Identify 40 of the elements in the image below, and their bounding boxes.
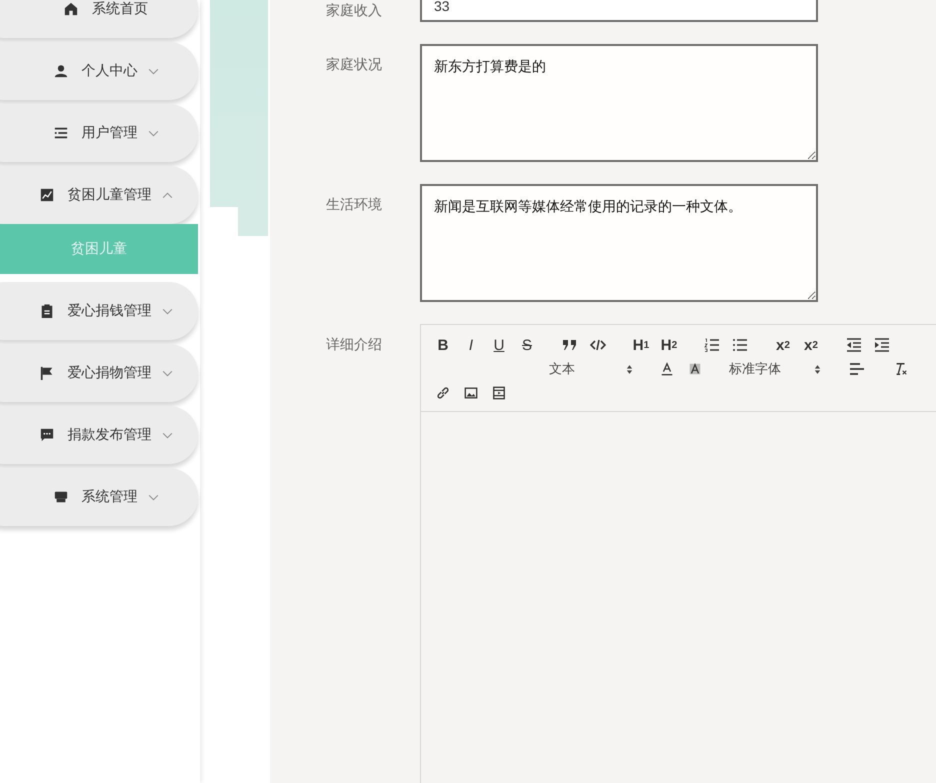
menu-label: 贫困儿童管理 (68, 186, 152, 204)
format-button[interactable]: I (457, 333, 485, 357)
list-icon (54, 126, 68, 140)
chart-icon (40, 188, 54, 202)
textarea-field[interactable]: 新闻是互联网等媒体经常使用的记录的一种文体。 (420, 184, 818, 302)
menu-label: 用户管理 (82, 124, 138, 142)
menu-label: 爱心捐物管理 (68, 364, 152, 382)
menu-label: 个人中心 (82, 62, 138, 80)
menu-item[interactable]: 个人中心 (0, 42, 198, 100)
field-label: 详细介绍 (326, 335, 383, 353)
script-button[interactable]: x$^{2}$ (797, 333, 825, 357)
menu-label: 系统管理 (82, 488, 138, 506)
format-button[interactable]: U (485, 333, 513, 357)
menu-label: 捐款发布管理 (68, 426, 152, 444)
field-label: 家庭收入 (326, 1, 383, 19)
menu-item[interactable]: 系统管理 (0, 468, 198, 526)
chat-icon (40, 428, 54, 442)
format-button[interactable]: S (513, 333, 541, 357)
field-label: 生活环境 (326, 195, 383, 213)
flag-icon (40, 366, 54, 380)
input-field[interactable]: 33 (420, 0, 818, 22)
format-button[interactable]: B (429, 333, 457, 357)
menu-item[interactable]: 捐款发布管理 (0, 406, 198, 464)
clipboard-icon (40, 304, 54, 318)
menu-item[interactable]: 爱心捐钱管理 (0, 282, 198, 340)
menu-item[interactable]: 贫困儿童管理 (0, 166, 198, 224)
menu-item[interactable]: 系统首页 (0, 0, 198, 38)
store-icon (54, 490, 68, 504)
menu-item[interactable]: 爱心捐物管理 (0, 344, 198, 402)
menu-item[interactable]: 用户管理 (0, 104, 198, 162)
menu-label: 爱心捐钱管理 (68, 302, 152, 320)
menu-label: 系统首页 (92, 0, 148, 18)
heading-select[interactable]: 文本 (429, 357, 641, 381)
field-label: 家庭状况 (326, 55, 383, 73)
textarea-field[interactable]: 新东方打算费是的 (420, 44, 818, 162)
home-icon (64, 2, 78, 16)
user-icon (54, 64, 68, 78)
font-select[interactable]: 标准字体 (723, 357, 829, 381)
sort-icon (814, 364, 821, 374)
sort-icon (626, 364, 633, 374)
